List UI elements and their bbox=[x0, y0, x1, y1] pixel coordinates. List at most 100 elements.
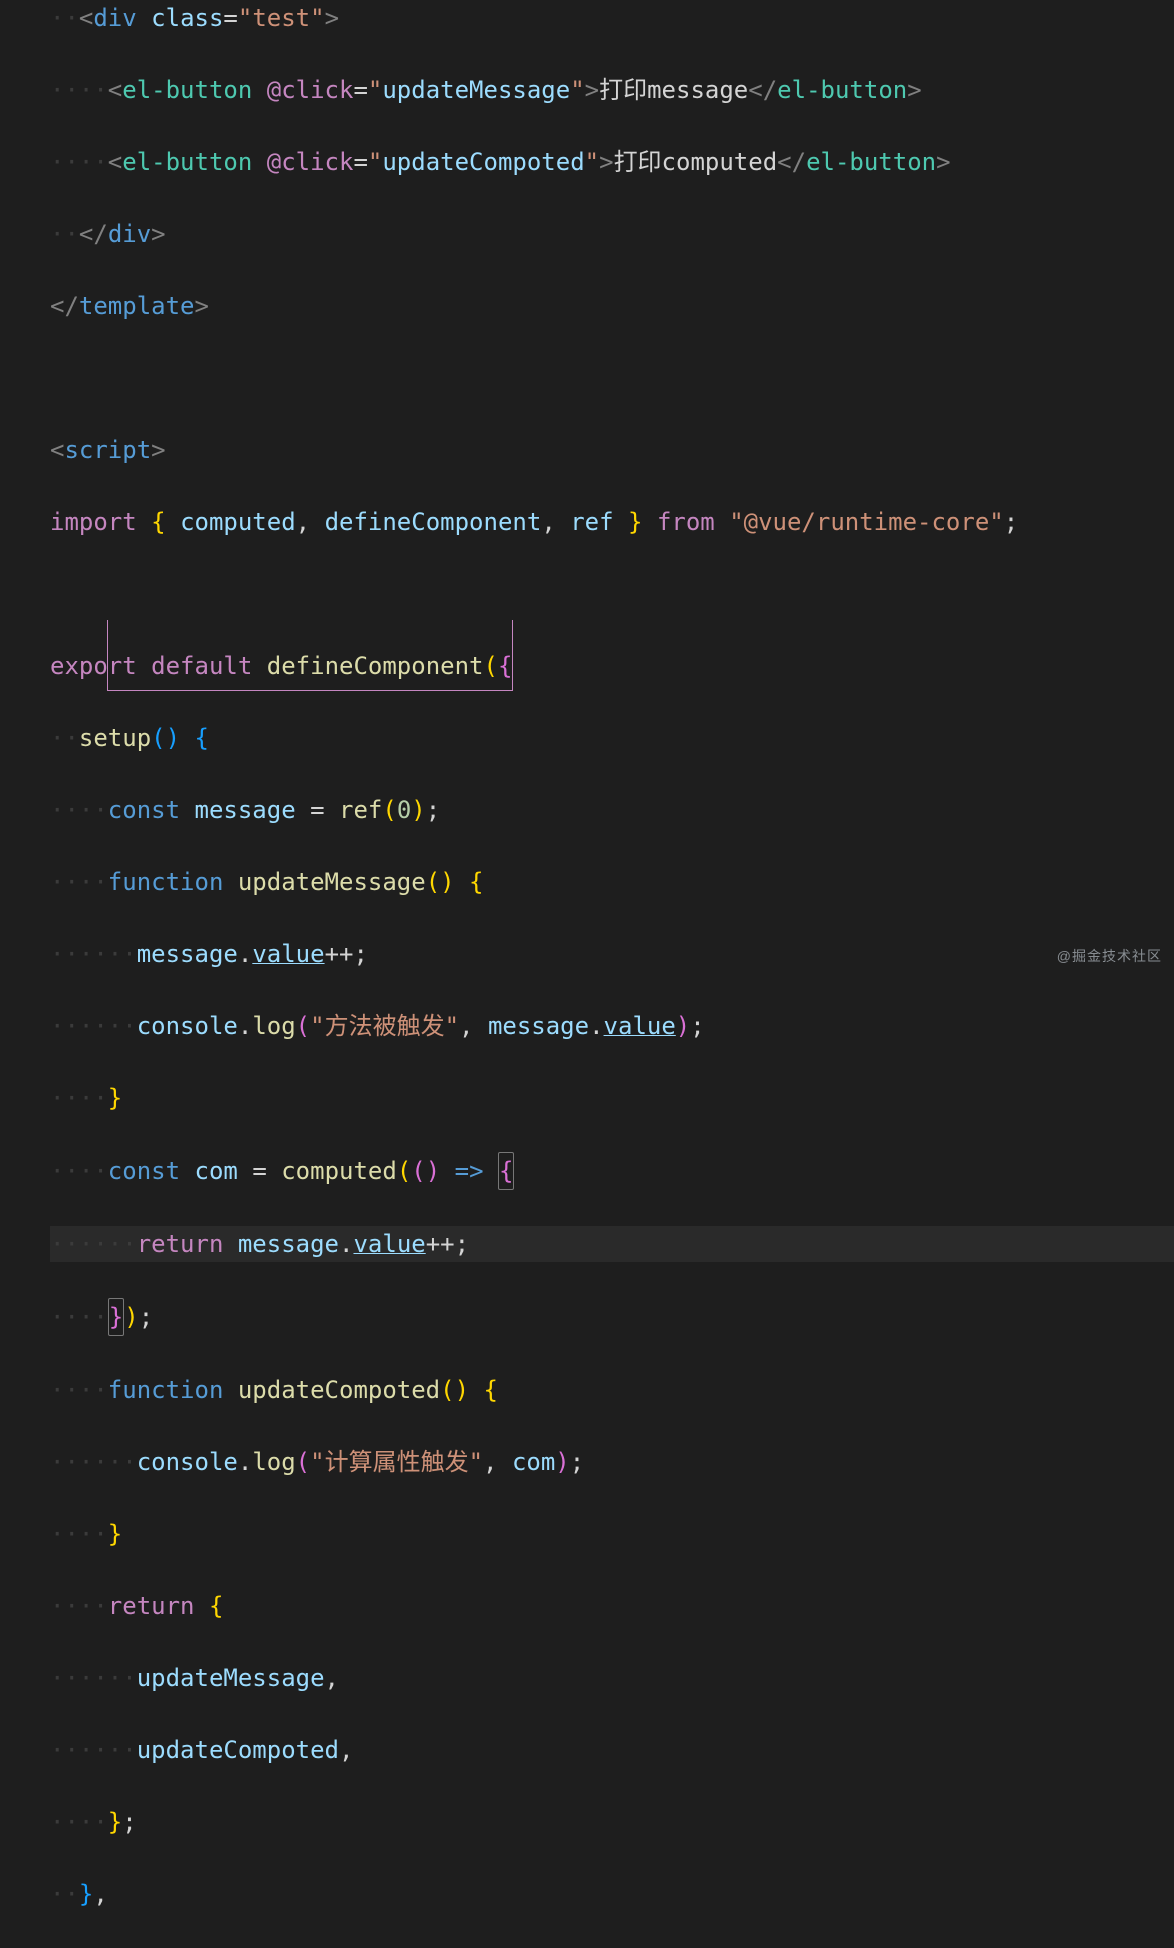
code-line[interactable]: ····} bbox=[50, 1516, 1174, 1552]
indent-guide: ···· bbox=[50, 1520, 108, 1548]
indent-guide: ···· bbox=[50, 1303, 108, 1331]
code-token: < bbox=[79, 4, 93, 32]
code-token: . bbox=[238, 940, 252, 968]
code-token: ) bbox=[411, 796, 425, 824]
indent-guide: ······ bbox=[50, 940, 137, 968]
code-token: , bbox=[483, 1448, 497, 1476]
code-token: value bbox=[252, 940, 324, 968]
code-token: computed bbox=[180, 508, 296, 536]
code-token bbox=[180, 1157, 194, 1185]
code-token: { bbox=[151, 508, 165, 536]
code-token: updateMessage bbox=[382, 76, 570, 104]
code-token: < bbox=[108, 76, 122, 104]
code-token bbox=[614, 508, 628, 536]
code-line[interactable]: </template> bbox=[50, 288, 1174, 324]
code-token: defineComponent bbox=[325, 508, 542, 536]
code-token: , bbox=[339, 1736, 353, 1764]
code-token: from bbox=[657, 508, 715, 536]
code-line[interactable]: ······console.log("计算属性触发", com); bbox=[50, 1444, 1174, 1480]
code-token: = bbox=[252, 1157, 266, 1185]
code-token: value bbox=[353, 1230, 425, 1258]
code-token: "计算属性触发" bbox=[310, 1448, 483, 1476]
code-token: ( bbox=[151, 724, 165, 752]
code-line[interactable]: ····const message = ref(0); bbox=[50, 792, 1174, 828]
code-token: ( bbox=[426, 868, 440, 896]
code-line[interactable]: ····<el-button @click="updateMessage">打印… bbox=[50, 72, 1174, 108]
code-line[interactable]: ··setup() { bbox=[50, 720, 1174, 756]
code-token: ( bbox=[397, 1157, 411, 1185]
indent-guide: ···· bbox=[50, 868, 108, 896]
code-line[interactable]: import { computed, defineComponent, ref … bbox=[50, 504, 1174, 540]
code-line[interactable]: ······message.value++; bbox=[50, 936, 1174, 972]
code-token: = bbox=[353, 76, 367, 104]
code-line[interactable]: ····}; bbox=[50, 1804, 1174, 1840]
code-token: updateMessage bbox=[137, 1664, 325, 1692]
code-line[interactable]: ······updateMessage, bbox=[50, 1660, 1174, 1696]
code-token bbox=[223, 1376, 237, 1404]
code-token: > bbox=[907, 76, 921, 104]
code-line[interactable] bbox=[50, 360, 1174, 396]
code-line[interactable]: ··<div class="test"> bbox=[50, 0, 1174, 36]
code-token: updateCompoted bbox=[137, 1736, 339, 1764]
code-token: } bbox=[628, 508, 642, 536]
code-token: updateCompoted bbox=[382, 148, 584, 176]
code-token: updateMessage bbox=[238, 868, 426, 896]
code-token bbox=[310, 508, 324, 536]
code-line[interactable]: ··</div> bbox=[50, 216, 1174, 252]
code-line[interactable]: <script> bbox=[50, 432, 1174, 468]
code-token: { bbox=[209, 1592, 223, 1620]
code-line[interactable]: ····return { bbox=[50, 1588, 1174, 1624]
code-token: message bbox=[137, 940, 238, 968]
code-token: "test" bbox=[238, 4, 325, 32]
code-token: computed bbox=[281, 1157, 397, 1185]
indent-guide: ···· bbox=[50, 148, 108, 176]
code-token: => bbox=[455, 1157, 484, 1185]
code-token: , bbox=[325, 1664, 339, 1692]
indent-guide: ···· bbox=[50, 1084, 108, 1112]
code-token: { bbox=[195, 724, 209, 752]
code-line[interactable]: ····function updateMessage() { bbox=[50, 864, 1174, 900]
code-token: value bbox=[604, 1012, 676, 1040]
code-token: const bbox=[108, 1157, 180, 1185]
indent-guide: ·· bbox=[50, 1880, 79, 1908]
code-token bbox=[252, 76, 266, 104]
code-line[interactable]: ······updateCompoted, bbox=[50, 1732, 1174, 1768]
code-token: = bbox=[310, 796, 324, 824]
code-token: . bbox=[589, 1012, 603, 1040]
code-token: el-button bbox=[122, 148, 252, 176]
code-editor[interactable]: ··<div class="test"> ····<el-button @cli… bbox=[0, 0, 1174, 1948]
code-token: </ bbox=[748, 76, 777, 104]
code-line[interactable]: ······console.log("方法被触发", message.value… bbox=[50, 1008, 1174, 1044]
indent-guide: ······ bbox=[50, 1012, 137, 1040]
code-token: , bbox=[541, 508, 555, 536]
code-line[interactable] bbox=[50, 576, 1174, 612]
code-token: ; bbox=[139, 1303, 153, 1331]
code-line[interactable]: ····} bbox=[50, 1080, 1174, 1116]
code-token: > bbox=[936, 148, 950, 176]
code-line[interactable]: ··}, bbox=[50, 1876, 1174, 1912]
code-token: ( bbox=[484, 652, 498, 680]
code-token bbox=[137, 652, 151, 680]
code-token: console bbox=[137, 1012, 238, 1040]
code-line[interactable]: ······return message.value++; bbox=[50, 1226, 1174, 1262]
code-line[interactable]: export default defineComponent({ bbox=[50, 648, 1174, 684]
code-line[interactable]: ····function updateCompoted() { bbox=[50, 1372, 1174, 1408]
code-token: = bbox=[223, 4, 237, 32]
code-token: < bbox=[50, 436, 64, 464]
indent-guide: ······ bbox=[50, 1664, 137, 1692]
code-token: " bbox=[368, 76, 382, 104]
code-token: defineComponent bbox=[267, 652, 484, 680]
code-token: 0 bbox=[397, 796, 411, 824]
code-token bbox=[556, 508, 570, 536]
code-token bbox=[180, 796, 194, 824]
code-line[interactable]: ····<el-button @click="updateCompoted">打… bbox=[50, 144, 1174, 180]
code-token: { bbox=[498, 1152, 514, 1190]
code-token: } bbox=[108, 1520, 122, 1548]
code-line[interactable]: ····const com = computed(() => { bbox=[50, 1152, 1174, 1190]
code-token: > bbox=[585, 76, 599, 104]
code-token: ; bbox=[1004, 508, 1018, 536]
code-token bbox=[223, 868, 237, 896]
code-token bbox=[252, 148, 266, 176]
code-token: function bbox=[108, 868, 224, 896]
code-line[interactable]: ····}); bbox=[50, 1298, 1174, 1336]
